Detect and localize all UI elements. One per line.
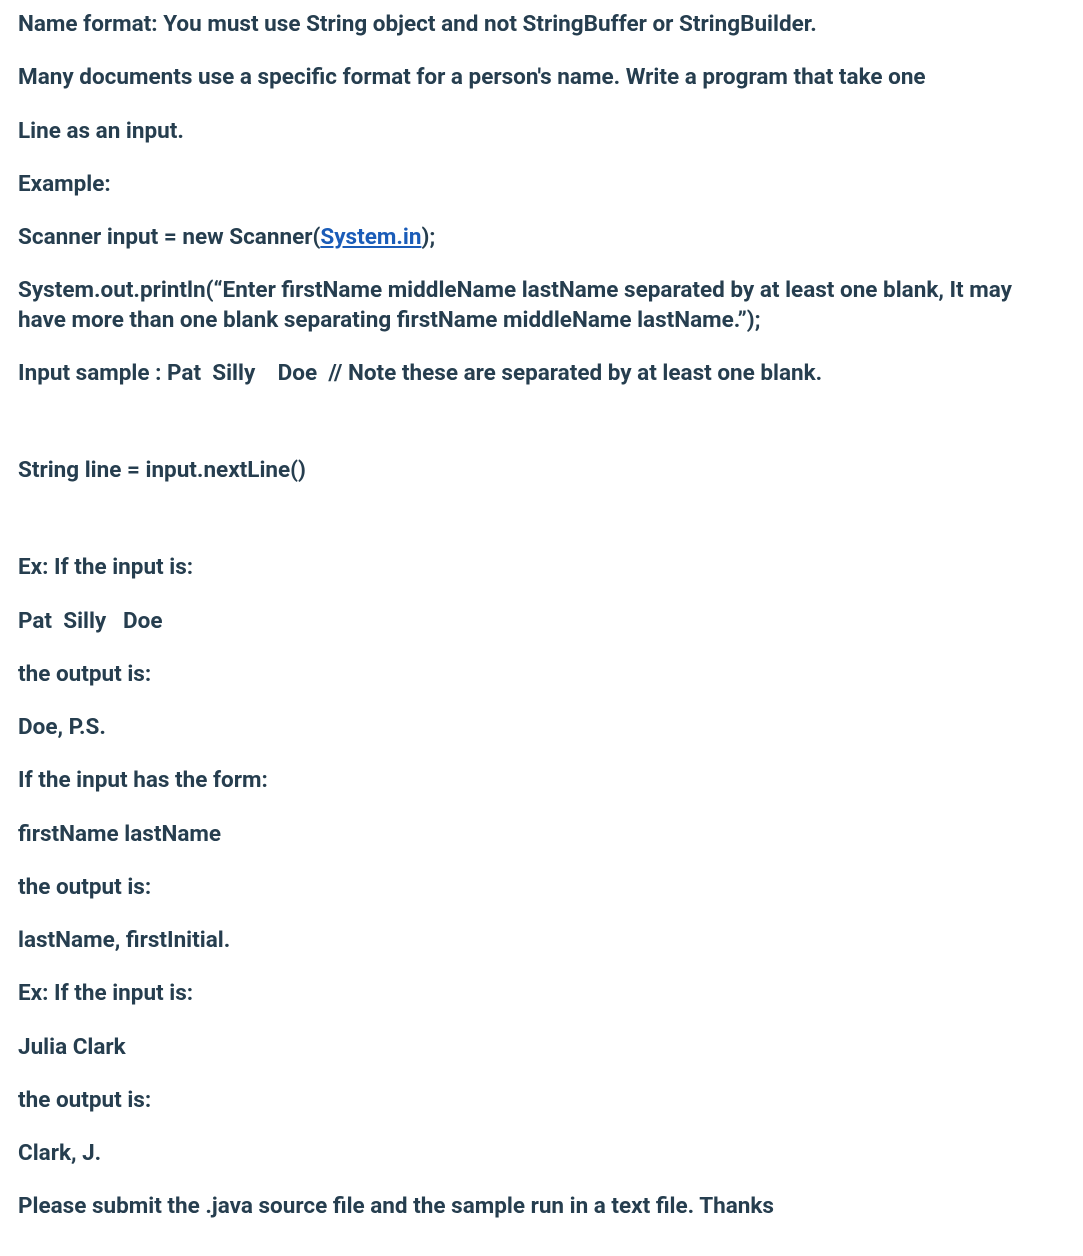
paragraph-14: firstName lastName bbox=[18, 820, 1065, 849]
paragraph-11: the output is: bbox=[18, 660, 1065, 689]
paragraph-6: System.out.println(“Enter firstName midd… bbox=[18, 276, 1065, 335]
paragraph-21: Please submit the .java source file and … bbox=[18, 1192, 1065, 1221]
paragraph-9: Ex: If the input is: bbox=[18, 553, 1065, 582]
paragraph-19: the output is: bbox=[18, 1086, 1065, 1115]
paragraph-16: lastName, firstInitial. bbox=[18, 926, 1065, 955]
paragraph-15: the output is: bbox=[18, 873, 1065, 902]
paragraph-4: Example: bbox=[18, 170, 1065, 199]
paragraph-3: Line as an input. bbox=[18, 117, 1065, 146]
system-in-link[interactable]: System.in bbox=[320, 224, 421, 250]
paragraph-12: Doe, P.S. bbox=[18, 713, 1065, 742]
code-fragment-b: ); bbox=[421, 224, 435, 250]
paragraph-17: Ex: If the input is: bbox=[18, 979, 1065, 1008]
paragraph-10: Pat Silly Doe bbox=[18, 607, 1065, 636]
paragraph-8: String line = input.nextLine() bbox=[18, 456, 1065, 485]
paragraph-5: Scanner input = new Scanner(System.in); bbox=[18, 223, 1065, 252]
paragraph-20: Clark, J. bbox=[18, 1139, 1065, 1168]
paragraph-7: Input sample : Pat Silly Doe // Note the… bbox=[18, 359, 1065, 388]
paragraph-18: Julia Clark bbox=[18, 1033, 1065, 1062]
paragraph-1: Name format: You must use String object … bbox=[18, 10, 1065, 39]
paragraph-13: If the input has the form: bbox=[18, 766, 1065, 795]
code-fragment-a: Scanner input = new Scanner( bbox=[18, 224, 320, 250]
paragraph-2: Many documents use a specific format for… bbox=[18, 63, 1065, 92]
